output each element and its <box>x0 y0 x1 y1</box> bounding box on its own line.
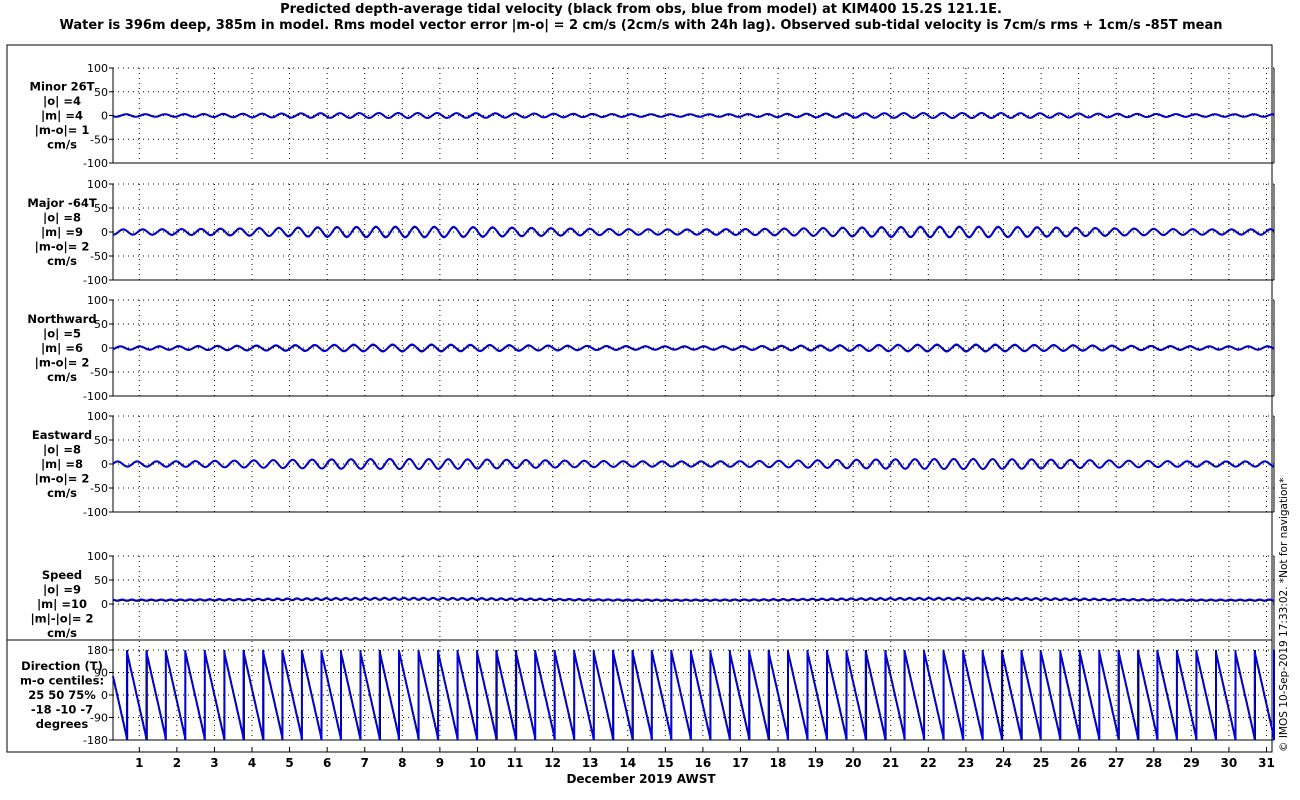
x-tick-label: 7 <box>361 756 369 770</box>
x-tick-label: 10 <box>469 756 486 770</box>
y-tick-label: 100 <box>87 410 108 423</box>
x-tick-label: 14 <box>619 756 636 770</box>
x-tick-label: 23 <box>958 756 975 770</box>
chart-title-line2: Water is 396m deep, 385m in model. Rms m… <box>59 18 1222 33</box>
x-tick-label: 31 <box>1258 756 1275 770</box>
y-tick-label: 0 <box>101 226 108 239</box>
x-tick-label: 21 <box>882 756 899 770</box>
panel-label-line: |m-o|= 1 <box>35 123 90 137</box>
y-tick-label: 100 <box>87 550 108 563</box>
y-tick-label: 100 <box>87 178 108 191</box>
panel-label-line: |o| =9 <box>43 583 81 597</box>
x-tick-label: 13 <box>582 756 599 770</box>
chart-title-line1: Predicted depth-average tidal velocity (… <box>280 2 1002 17</box>
x-tick-label: 25 <box>1033 756 1050 770</box>
copyright-note: © IMOS 10-Sep-2019 17:33:02. *Not for na… <box>1278 478 1290 752</box>
panel-label-line: cm/s <box>47 254 77 268</box>
panel-label-line: degrees <box>36 717 89 731</box>
x-tick-label: 26 <box>1070 756 1087 770</box>
panel-label-line: |m| =4 <box>41 109 83 123</box>
x-tick-label: 3 <box>210 756 218 770</box>
y-tick-label: 50 <box>94 86 108 99</box>
panel-label-line: |m|-|o|= 2 <box>30 611 93 625</box>
panel-label-line: Speed <box>42 568 82 582</box>
panel-label-line: m-o centiles: <box>20 674 104 688</box>
y-tick-label: -100 <box>83 157 108 170</box>
y-tick-label: 50 <box>94 434 108 447</box>
x-tick-label: 30 <box>1221 756 1238 770</box>
panel-label-line: |m-o|= 2 <box>35 355 90 369</box>
x-tick-label: 28 <box>1145 756 1162 770</box>
panel-label-line: cm/s <box>47 370 77 384</box>
panel-label-line: |o| =5 <box>43 327 81 341</box>
y-tick-label: 180 <box>87 644 108 657</box>
panel-label-line: Eastward <box>32 428 92 442</box>
panel-label-line: cm/s <box>47 626 77 640</box>
y-tick-label: 100 <box>87 294 108 307</box>
y-tick-label: 0 <box>101 689 108 702</box>
panel-label-line: Major -64T <box>27 196 96 210</box>
y-tick-label: 50 <box>94 574 108 587</box>
panel-label-line: |m| =9 <box>41 225 83 239</box>
panel-label-line: cm/s <box>47 486 77 500</box>
x-tick-label: 16 <box>695 756 712 770</box>
x-tick-label: 4 <box>248 756 256 770</box>
y-tick-label: -100 <box>83 506 108 519</box>
x-tick-label: 1 <box>135 756 143 770</box>
x-tick-label: 5 <box>285 756 293 770</box>
y-tick-label: -50 <box>90 250 108 263</box>
panel-label-line: -18 -10 -7 <box>31 702 93 716</box>
panel-label-line: |m| =8 <box>41 457 83 471</box>
panel-label-line: |o| =8 <box>43 443 81 457</box>
y-tick-label: 100 <box>87 62 108 75</box>
x-tick-label: 8 <box>398 756 406 770</box>
panel-label-line: Minor 26T <box>30 80 95 94</box>
panel-label-line: cm/s <box>47 137 77 151</box>
x-tick-label: 12 <box>544 756 561 770</box>
panel-label-line: |o| =8 <box>43 211 81 225</box>
x-tick-label: 19 <box>807 756 824 770</box>
x-tick-label: 22 <box>920 756 937 770</box>
panel-label-line: |m| =6 <box>41 341 83 355</box>
y-tick-label: -50 <box>90 133 108 146</box>
y-tick-label: 0 <box>101 598 108 611</box>
x-tick-label: 9 <box>436 756 444 770</box>
tidal-velocity-chart: Predicted depth-average tidal velocity (… <box>0 0 1300 800</box>
panel-label-line: Northward <box>27 312 96 326</box>
panel-label-line: |m| =10 <box>37 597 87 611</box>
x-tick-label: 17 <box>732 756 749 770</box>
y-tick-label: -100 <box>83 390 108 403</box>
x-tick-label: 18 <box>770 756 787 770</box>
panel-label-line: |m-o|= 2 <box>35 239 90 253</box>
y-tick-label: -50 <box>90 482 108 495</box>
x-tick-label: 11 <box>507 756 524 770</box>
x-tick-label: 15 <box>657 756 674 770</box>
panel-label-line: |m-o|= 2 <box>35 471 90 485</box>
y-tick-label: 0 <box>101 110 108 123</box>
x-tick-label: 20 <box>845 756 862 770</box>
x-tick-label: 2 <box>173 756 181 770</box>
x-tick-label: 29 <box>1183 756 1200 770</box>
x-tick-label: 24 <box>995 756 1012 770</box>
panel-label-line: 25 50 75% <box>28 688 96 702</box>
y-tick-label: 0 <box>101 458 108 471</box>
x-tick-label: 6 <box>323 756 331 770</box>
y-tick-label: 0 <box>101 342 108 355</box>
y-tick-label: -180 <box>83 734 108 747</box>
panel-label-line: |o| =4 <box>43 94 81 108</box>
x-tick-label: 27 <box>1108 756 1125 770</box>
y-tick-label: -50 <box>90 366 108 379</box>
x-axis-label: December 2019 AWST <box>566 772 716 786</box>
y-tick-label: -100 <box>83 274 108 287</box>
panel-label-line: Direction (T) <box>21 659 103 673</box>
